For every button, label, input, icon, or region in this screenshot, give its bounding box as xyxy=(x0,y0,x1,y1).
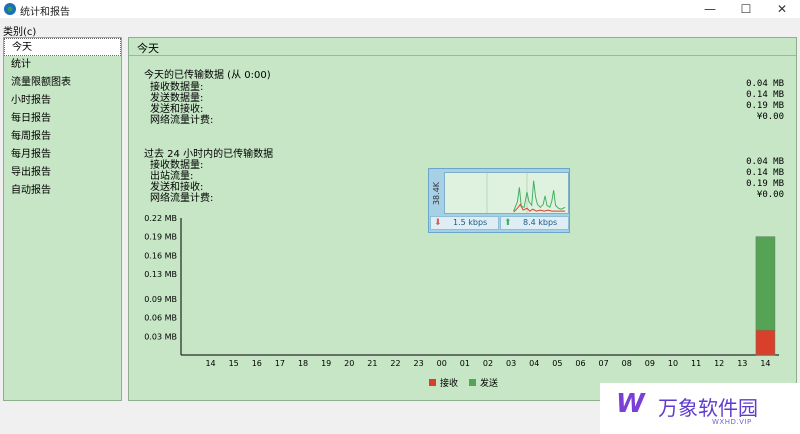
watermark-text: 万象软件园 xyxy=(658,396,758,420)
widget-scale-label: 38.4K xyxy=(432,181,442,205)
category-list[interactable]: 今天 统计 流量限额图表 小时报告 每日报告 每周报告 每月报告 导出报告 自动… xyxy=(3,37,122,401)
x-tick-label: 16 xyxy=(252,359,262,368)
sidebar-item-today[interactable]: 今天 xyxy=(4,38,121,56)
x-tick-label: 05 xyxy=(552,359,562,368)
bar-received xyxy=(755,329,776,356)
x-tick-label: 15 xyxy=(229,359,239,368)
title-bar: 统计和报告 — ☐ ✕ xyxy=(0,0,800,18)
x-tick-label: 17 xyxy=(275,359,285,368)
y-tick-label: 0.16 MB xyxy=(144,251,177,260)
legend-label: 接收 xyxy=(440,377,458,389)
upload-speed: ⬆ 8.4 kbps xyxy=(500,216,569,230)
y-tick-label: 0.13 MB xyxy=(144,270,177,279)
sidebar-item-auto-report[interactable]: 自动报告 xyxy=(4,182,121,200)
x-tick-label: 10 xyxy=(668,359,678,368)
bar-sent xyxy=(755,236,776,331)
legend-swatch xyxy=(429,379,436,386)
y-tick-label: 0.06 MB xyxy=(144,314,177,323)
download-speed: ⬇ 1.5 kbps xyxy=(430,216,499,230)
window-title: 统计和报告 xyxy=(20,7,70,18)
x-tick-label: 04 xyxy=(529,359,539,368)
x-tick-label: 20 xyxy=(344,359,354,368)
upload-speed-value: 8.4 kbps xyxy=(523,218,558,227)
sidebar-item-export-report[interactable]: 导出报告 xyxy=(4,164,121,182)
y-tick-label: 0.19 MB xyxy=(144,233,177,242)
y-tick-label: 0.03 MB xyxy=(144,332,177,341)
legend-label: 发送 xyxy=(480,377,498,389)
x-tick-label: 06 xyxy=(575,359,585,368)
x-tick-label: 22 xyxy=(390,359,400,368)
sidebar-item-hourly-report[interactable]: 小时报告 xyxy=(4,92,121,110)
sidebar-item-daily-report[interactable]: 每日报告 xyxy=(4,110,121,128)
x-tick-label: 11 xyxy=(691,359,701,368)
x-tick-label: 00 xyxy=(437,359,447,368)
x-tick-label: 21 xyxy=(367,359,377,368)
x-tick-label: 09 xyxy=(645,359,655,368)
sidebar-item-quota-chart[interactable]: 流量限额图表 xyxy=(4,74,121,92)
x-tick-label: 07 xyxy=(599,359,609,368)
x-tick-label: 01 xyxy=(460,359,470,368)
widget-traffic-graph xyxy=(444,172,569,214)
legend-swatch xyxy=(469,379,476,386)
upload-arrow-icon: ⬆ xyxy=(504,218,512,228)
x-tick-label: 03 xyxy=(506,359,516,368)
watermark: W 万象软件园 WXHD.VIP xyxy=(600,383,800,434)
sidebar-item-statistics[interactable]: 统计 xyxy=(4,56,121,74)
y-tick-label: 0.09 MB xyxy=(144,295,177,304)
close-button[interactable]: ✕ xyxy=(764,0,800,18)
x-tick-label: 08 xyxy=(622,359,632,368)
speed-monitor-widget[interactable]: 38.4K ⬇ 1.5 kbps ⬆ 8.4 kbps xyxy=(428,168,570,233)
x-tick-label: 02 xyxy=(483,359,493,368)
app-icon xyxy=(4,3,16,15)
x-tick-label: 19 xyxy=(321,359,331,368)
watermark-logo-icon: W xyxy=(616,389,645,419)
category-label: 类别(c) xyxy=(3,27,37,38)
x-tick-label: 14 xyxy=(760,359,770,368)
sidebar-item-weekly-report[interactable]: 每周报告 xyxy=(4,128,121,146)
x-tick-label: 18 xyxy=(298,359,308,368)
download-speed-value: 1.5 kbps xyxy=(453,218,488,227)
widget-download-line xyxy=(513,203,566,213)
watermark-subtext: WXHD.VIP xyxy=(712,418,752,426)
x-tick-label: 23 xyxy=(414,359,424,368)
minimize-button[interactable]: — xyxy=(692,0,728,18)
y-tick-label: 0.22 MB xyxy=(144,214,177,223)
x-tick-label: 14 xyxy=(205,359,215,368)
x-tick-label: 12 xyxy=(714,359,724,368)
download-arrow-icon: ⬇ xyxy=(434,218,442,228)
x-tick-label: 13 xyxy=(737,359,747,368)
sidebar-item-monthly-report[interactable]: 每月报告 xyxy=(4,146,121,164)
maximize-button[interactable]: ☐ xyxy=(728,0,764,18)
